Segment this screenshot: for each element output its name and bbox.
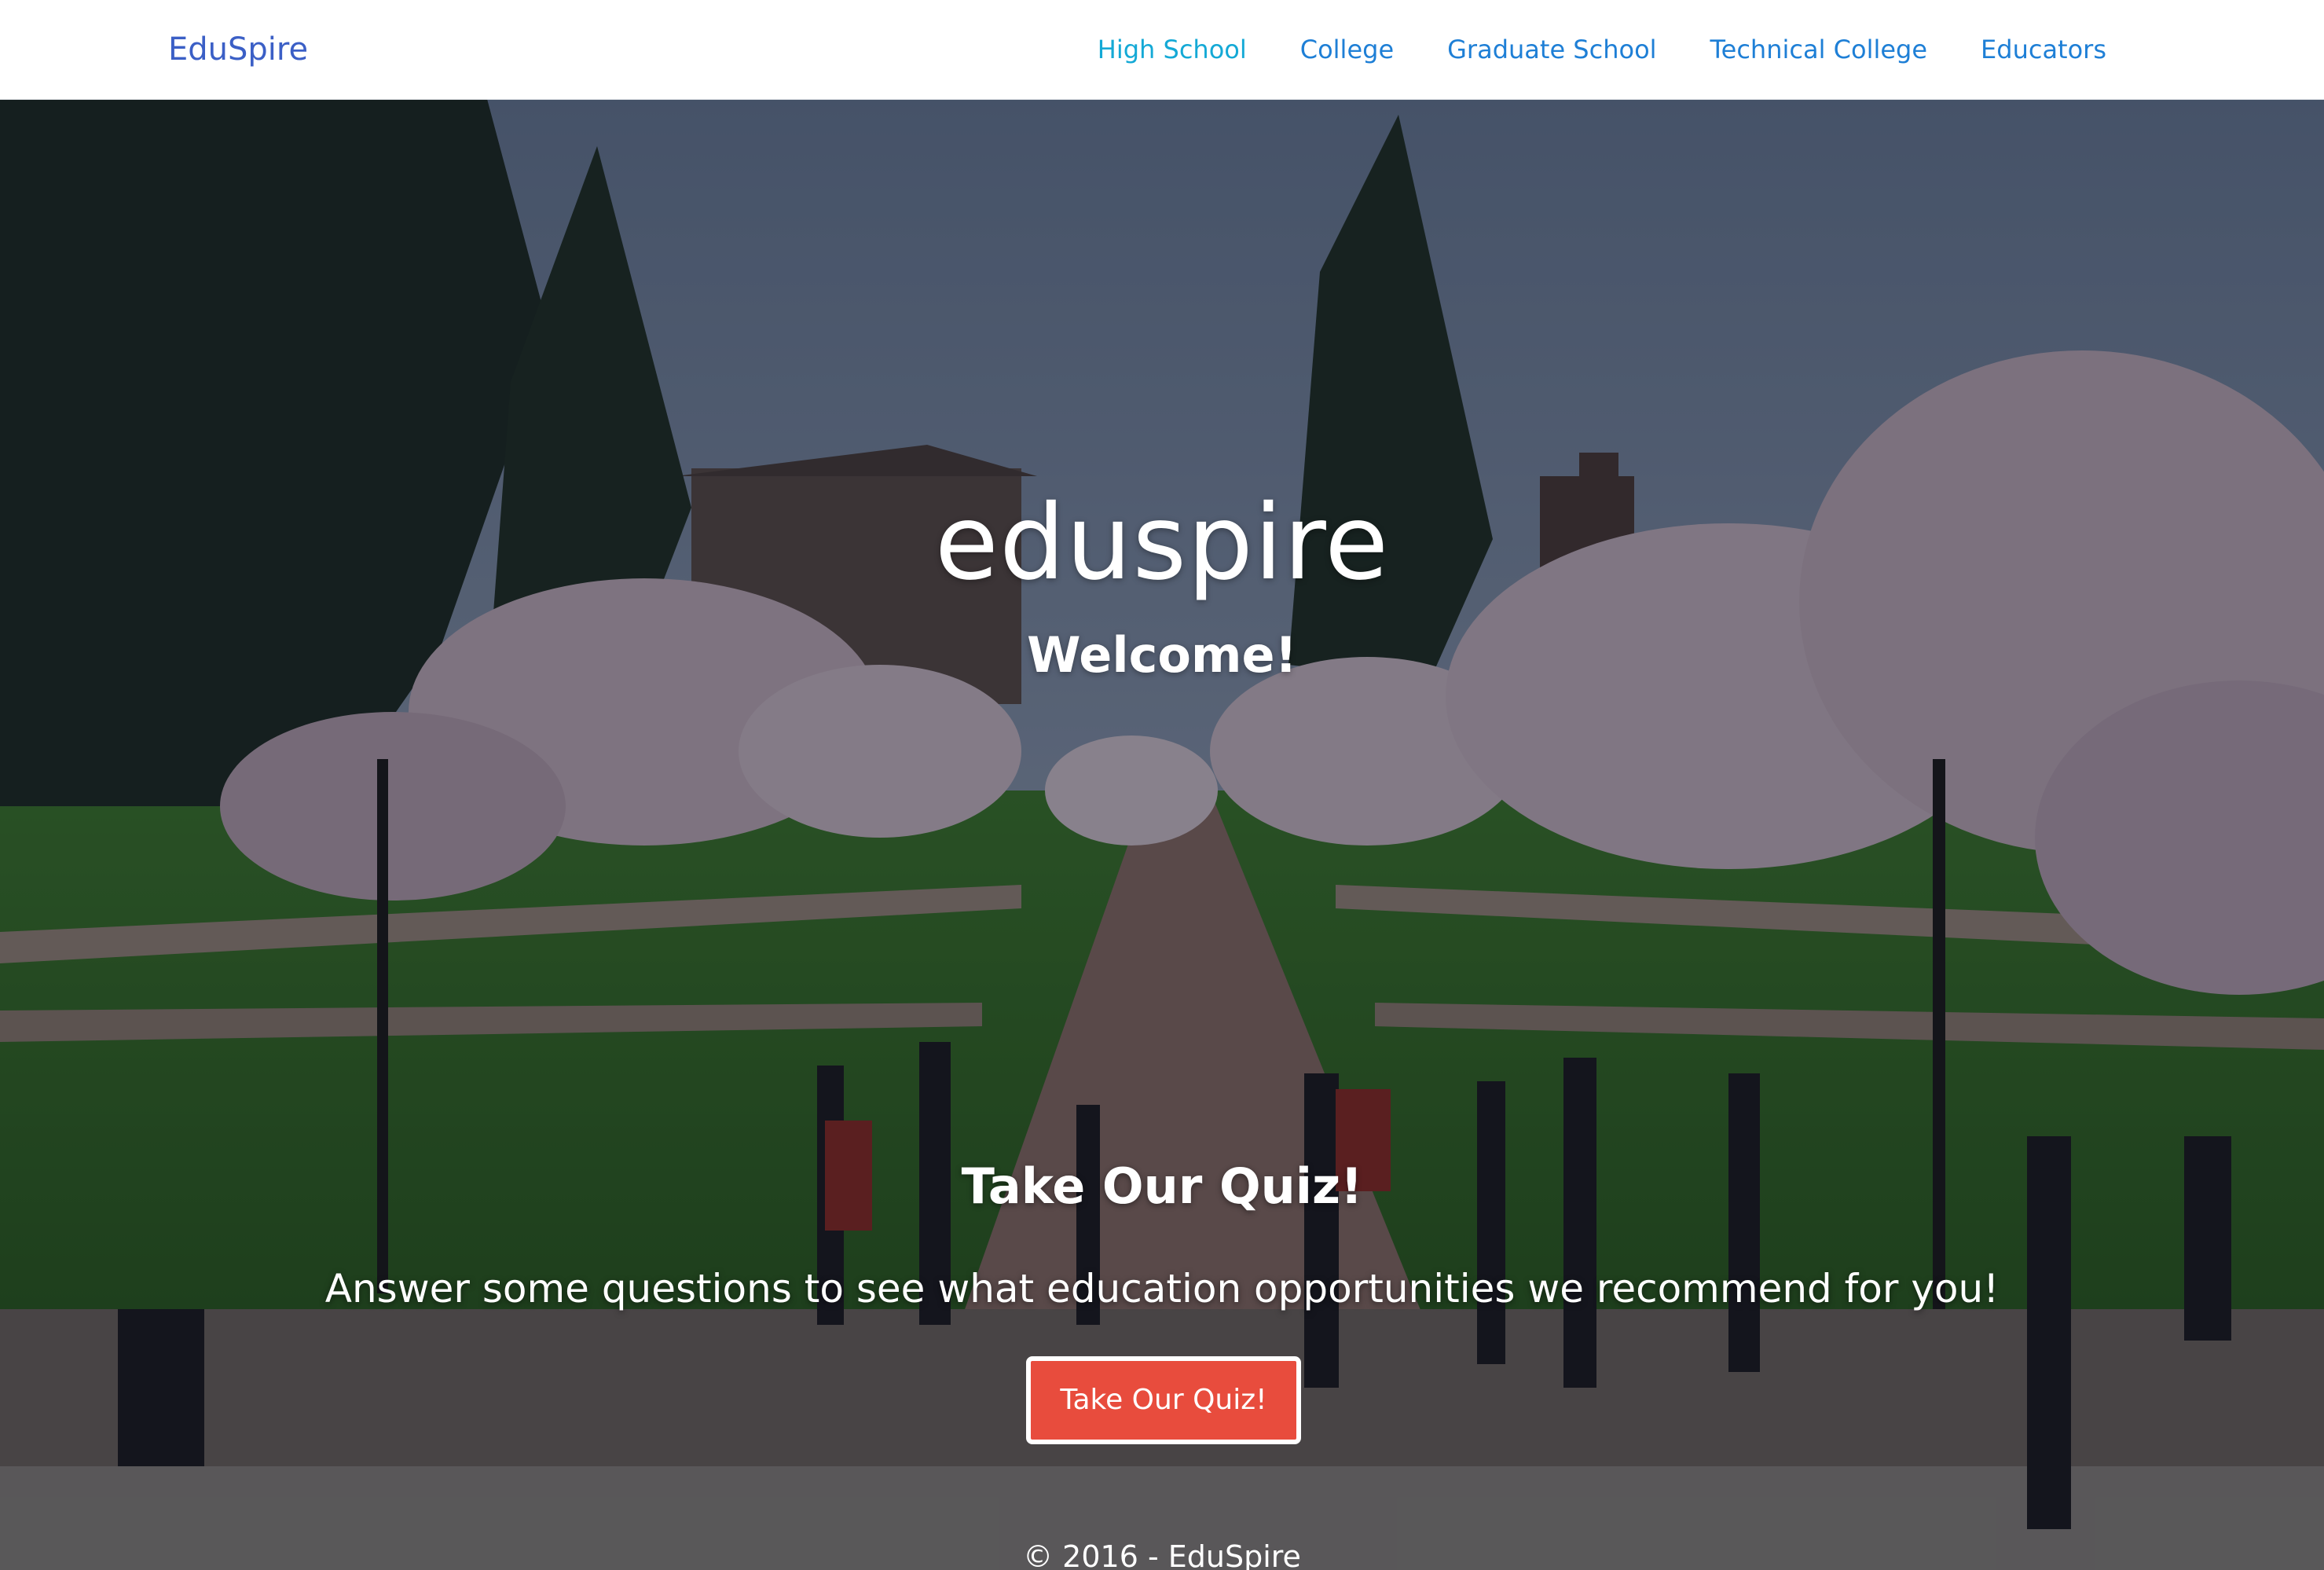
nav-links: High School College Graduate School Tech… (1098, 28, 2106, 71)
brand-logo-link[interactable]: EduSpire (168, 28, 308, 71)
hero-welcome-heading: Welcome! (1027, 626, 1297, 684)
take-quiz-button[interactable]: Take Our Quiz! (1026, 1356, 1301, 1444)
hero-section: eduspire Welcome! Take Our Quiz! Answer … (0, 99, 2324, 1570)
hero-title: eduspire (934, 482, 1390, 603)
nav-link-college[interactable]: College (1300, 28, 1394, 71)
nav-link-graduate-school[interactable]: Graduate School (1447, 28, 1656, 71)
footer-copyright: © 2016 - EduSpire (1023, 1539, 1301, 1570)
quiz-description: Answer some questions to see what educat… (324, 1266, 2000, 1311)
top-navbar: EduSpire High School College Graduate Sc… (0, 0, 2324, 100)
quiz-heading: Take Our Quiz! (961, 1157, 1363, 1215)
nav-link-high-school[interactable]: High School (1098, 28, 1247, 71)
nav-link-educators[interactable]: Educators (1981, 28, 2106, 71)
page: EduSpire High School College Graduate Sc… (0, 0, 2324, 1570)
nav-link-technical-college[interactable]: Technical College (1710, 28, 1928, 71)
